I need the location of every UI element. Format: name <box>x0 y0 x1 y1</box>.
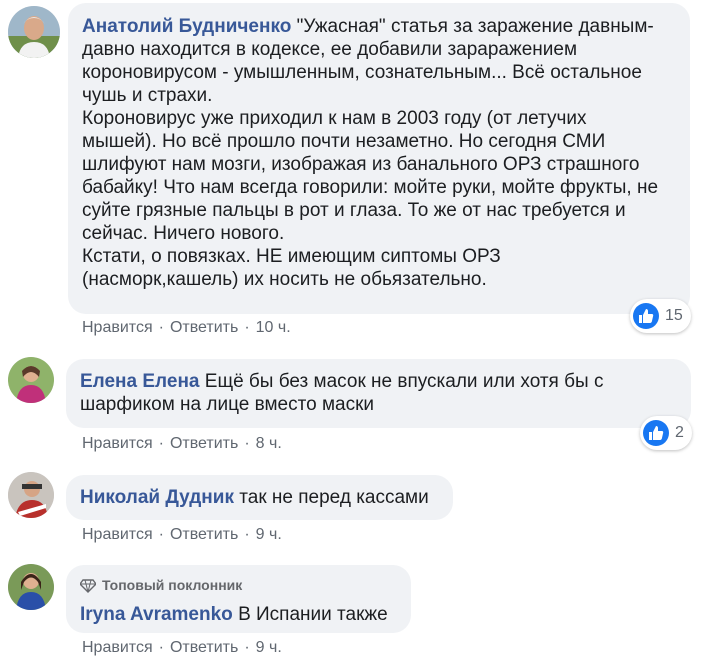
comment-text-line: суйте грязные пальцы в рот и глаза. То ж… <box>82 200 626 221</box>
comment-actions: Нравится · Ответить · 9 ч. <box>82 639 282 657</box>
reaction-count-value: 2 <box>675 424 684 441</box>
reaction-count[interactable]: 15 <box>630 299 691 333</box>
comment-text-line: Кстати, о повязках. НЕ имеющим сиптомы О… <box>82 246 501 267</box>
reply-link[interactable]: Ответить <box>170 319 238 336</box>
comment-text-line: Ещё бы без масок не впускали или хотя бы… <box>204 371 604 392</box>
timestamp[interactable]: 10 ч. <box>256 319 291 336</box>
separator: · <box>158 526 164 543</box>
comment-bubble: Топовый поклонник Iryna Avramenko В Испа… <box>66 565 411 633</box>
comment-text: В Испании также <box>238 604 388 625</box>
comment-text-line: (насморк,кашель) их носить не обьязатель… <box>82 269 487 290</box>
comment-text-line: давно находится в кодексе, ее добавили з… <box>82 39 578 60</box>
comment-text-line: "Ужасная" статья за заражение давным- <box>296 16 654 37</box>
avatar-photo-icon <box>8 6 60 58</box>
reply-link[interactable]: Ответить <box>170 639 238 656</box>
comment-text-line: бабайку! Что нам всегда говорили: мойте … <box>82 177 659 198</box>
comment-text-line: Короновирус уже приходил к нам в 2003 го… <box>82 108 587 129</box>
timestamp[interactable]: 8 ч. <box>256 435 282 452</box>
diamond-icon <box>80 578 96 593</box>
comment-bubble: Николай Дудник так не перед кассами <box>66 475 453 520</box>
reply-link[interactable]: Ответить <box>170 435 238 452</box>
separator: · <box>244 435 250 452</box>
timestamp[interactable]: 9 ч. <box>256 526 282 543</box>
avatar[interactable] <box>8 472 54 518</box>
reaction-count-value: 15 <box>665 307 683 324</box>
like-link[interactable]: Нравится <box>82 319 153 336</box>
separator: · <box>244 526 250 543</box>
separator: · <box>244 319 250 336</box>
avatar-photo-icon <box>8 357 54 403</box>
like-link[interactable]: Нравится <box>82 526 153 543</box>
comment-actions: Нравится · Ответить · 8 ч. <box>82 435 282 453</box>
comment-text-line: мышей). Но всё прошло почти незаметно. Н… <box>82 131 606 152</box>
timestamp[interactable]: 9 ч. <box>256 639 282 656</box>
comment-bubble: Анатолий Будниченко "Ужасная" статья за … <box>68 3 690 314</box>
comment-author[interactable]: Iryna Avramenko <box>80 604 233 625</box>
comment-text-line: шлифуют нам мозги, изображая из банально… <box>82 154 640 175</box>
avatar[interactable] <box>8 6 60 58</box>
comment-text-line: сейчас. Ничего нового. <box>82 223 285 244</box>
like-link[interactable]: Нравится <box>82 435 153 452</box>
separator: · <box>158 435 164 452</box>
comment-author[interactable]: Анатолий Будниченко <box>82 16 291 37</box>
reaction-count[interactable]: 2 <box>640 416 692 450</box>
top-fan-badge[interactable]: Топовый поклонник <box>80 574 397 597</box>
reply-link[interactable]: Ответить <box>170 526 238 543</box>
comment-author[interactable]: Николай Дудник <box>80 487 234 508</box>
top-fan-label: Топовый поклонник <box>102 577 243 593</box>
comment-actions: Нравится · Ответить · 10 ч. <box>82 319 291 337</box>
avatar-photo-icon <box>8 472 54 518</box>
separator: · <box>244 639 250 656</box>
comment-text: так не перед кассами <box>239 487 429 508</box>
separator: · <box>158 639 164 656</box>
like-reaction-icon <box>643 420 669 446</box>
comment-text-line: короновирусом - умышленным, сознательным… <box>82 62 642 83</box>
like-link[interactable]: Нравится <box>82 639 153 656</box>
like-reaction-icon <box>633 303 659 329</box>
comment-actions: Нравится · Ответить · 9 ч. <box>82 526 282 544</box>
comment-author[interactable]: Елена Елена <box>80 371 199 392</box>
separator: · <box>158 319 164 336</box>
avatar[interactable] <box>8 564 54 610</box>
avatar-photo-icon <box>8 564 54 610</box>
comment-text-line: шарфиком на лице вместо маски <box>80 394 375 415</box>
comment-text-line: чушь и страхи. <box>82 85 213 106</box>
comment-bubble: Елена Елена Ещё бы без масок не впускали… <box>66 359 691 428</box>
avatar[interactable] <box>8 357 54 403</box>
